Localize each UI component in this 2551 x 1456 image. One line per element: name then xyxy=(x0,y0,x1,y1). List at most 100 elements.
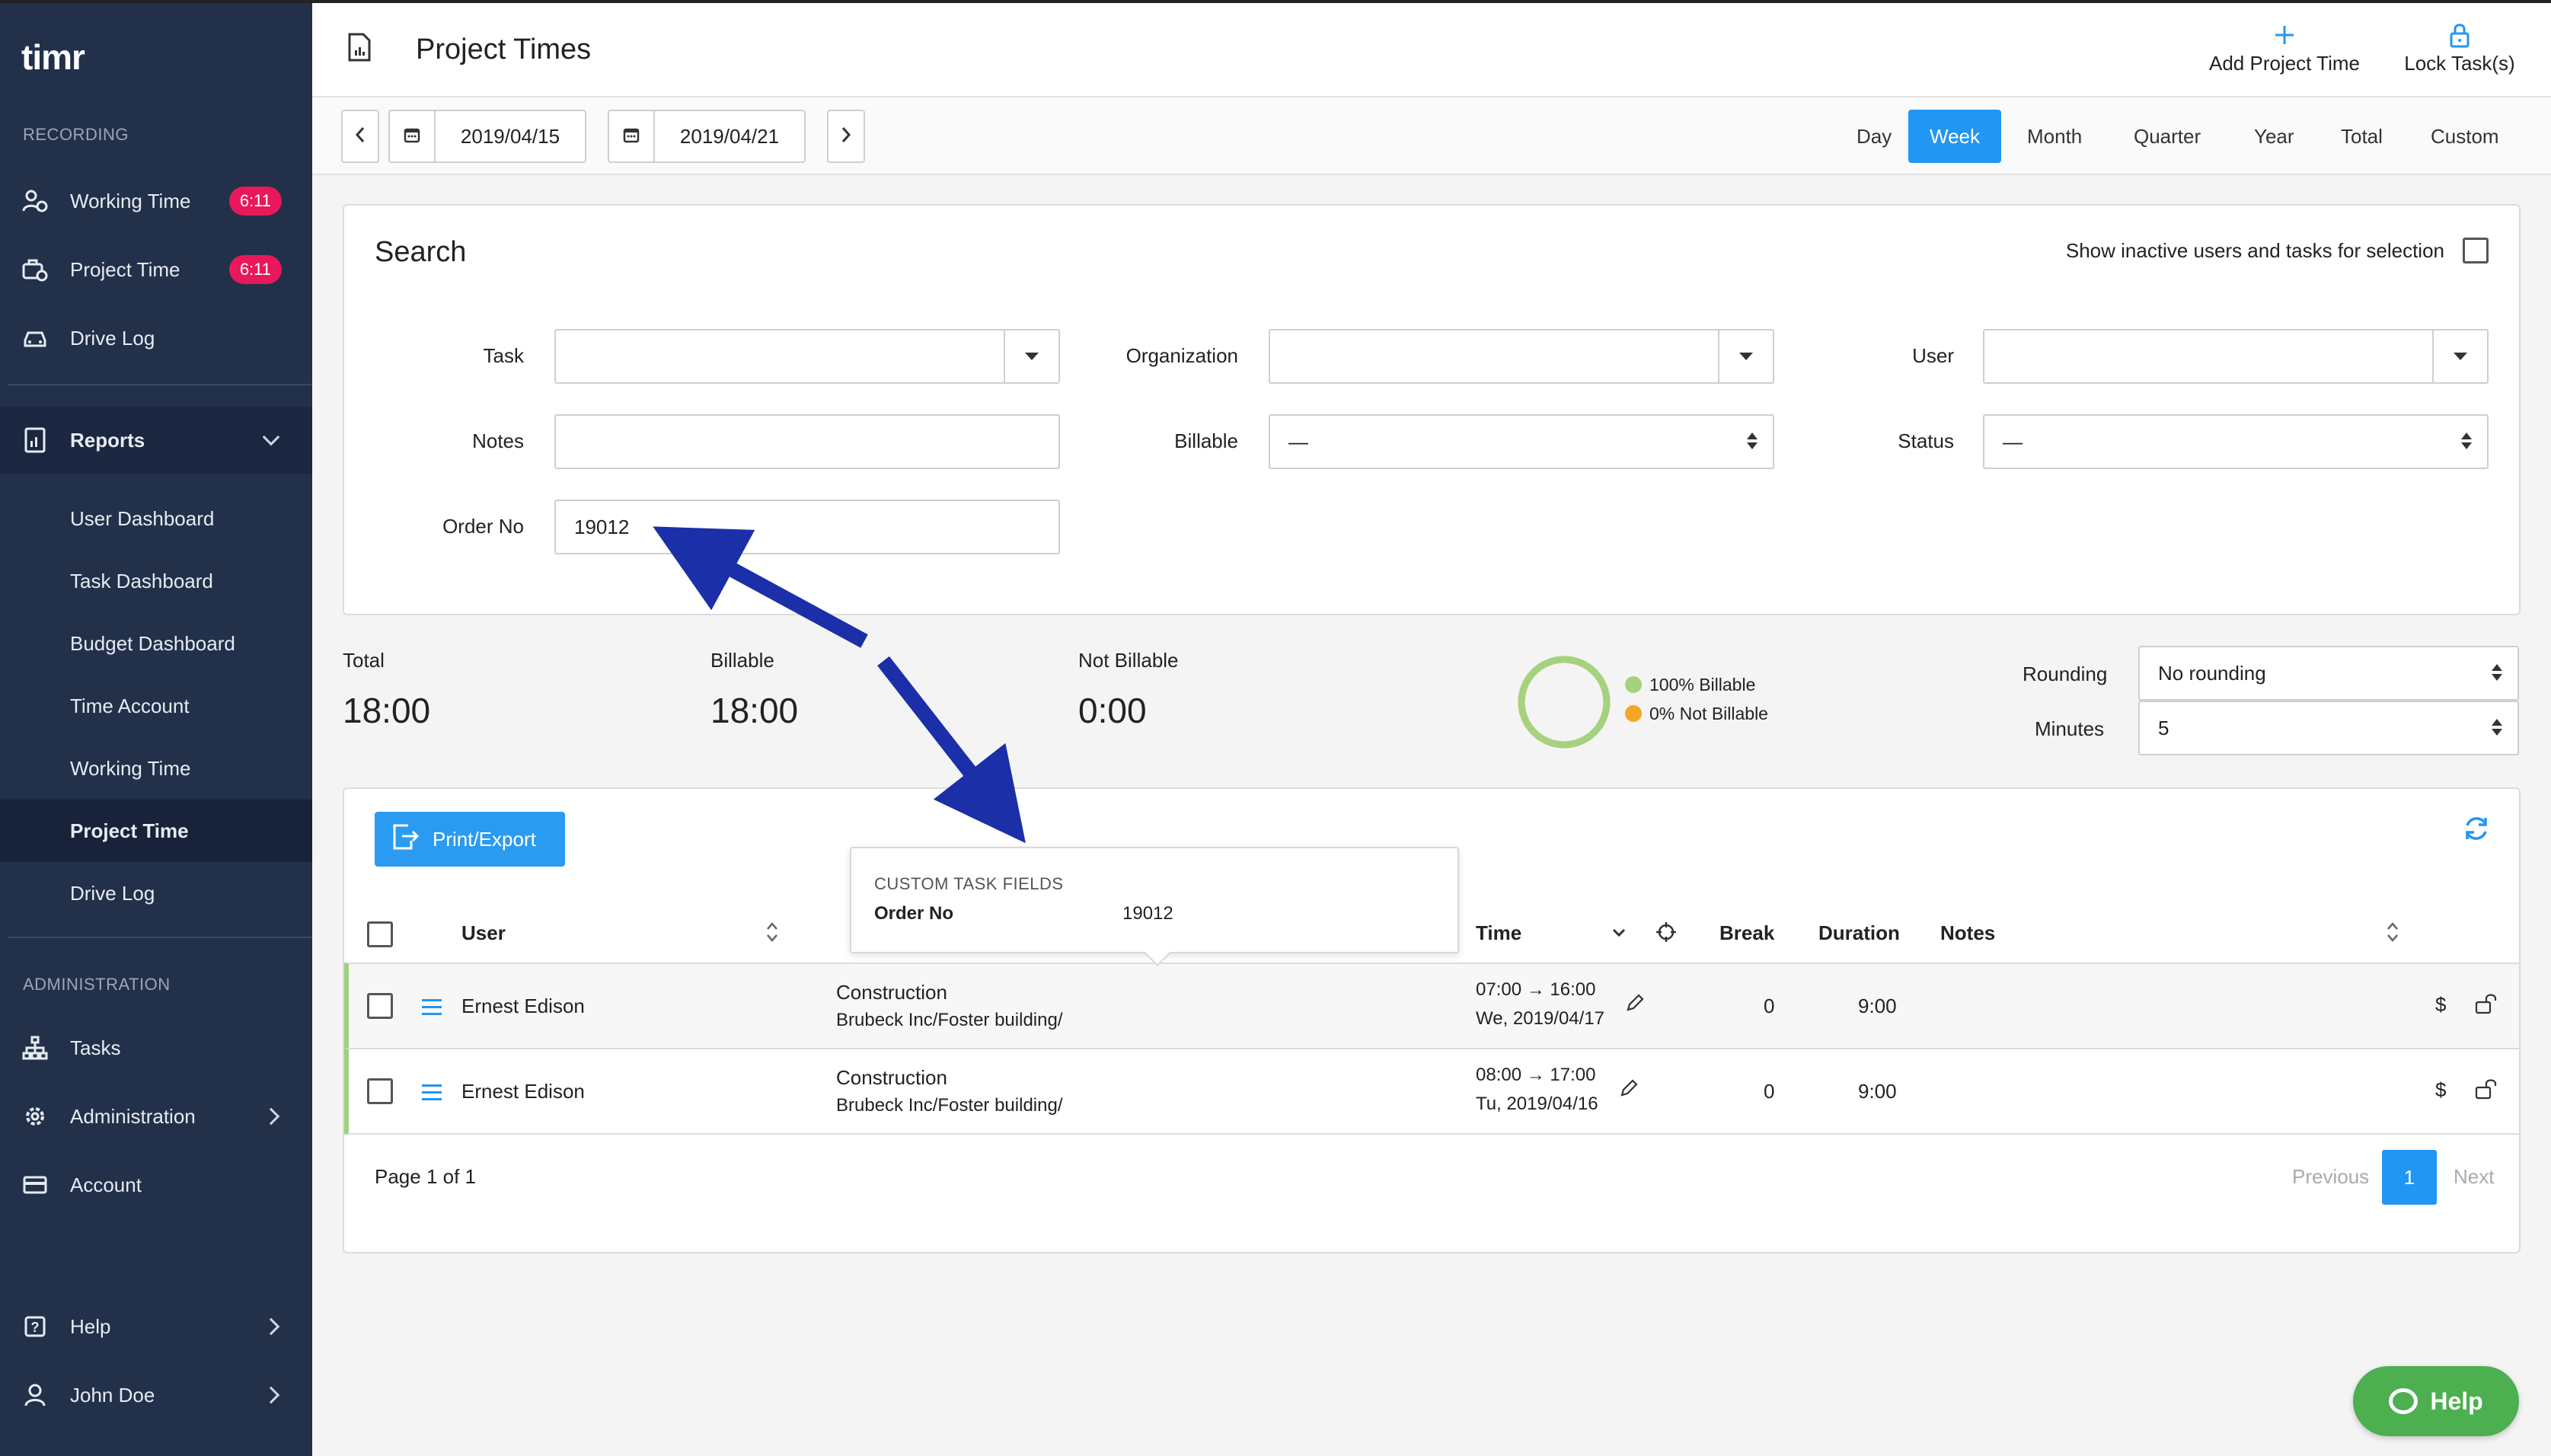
report-icon xyxy=(21,426,49,454)
row-date: We, 2019/04/17 xyxy=(1476,1008,1605,1029)
previous-page-button[interactable]: Previous xyxy=(2292,1165,2369,1189)
page-title: Project Times xyxy=(416,34,592,65)
column-header-notes[interactable]: Notes xyxy=(1940,921,1995,945)
end-date-calendar-button[interactable] xyxy=(608,110,653,163)
sidebar-item-drive-log[interactable]: Drive Log xyxy=(0,308,312,369)
column-header-break[interactable]: Break xyxy=(1719,921,1774,945)
notes-label: Notes xyxy=(472,429,524,452)
gear-icon xyxy=(21,1103,49,1130)
previous-period-button[interactable] xyxy=(341,110,379,163)
show-inactive-checkbox[interactable] xyxy=(2463,238,2489,263)
unlock-icon[interactable] xyxy=(2475,993,2498,1018)
sidebar-item-user-profile[interactable]: John Doe xyxy=(0,1365,312,1426)
timr-logo[interactable]: timr xyxy=(21,37,85,78)
organization-dropdown-toggle[interactable] xyxy=(1718,330,1773,382)
task-dropdown-toggle[interactable] xyxy=(1004,330,1058,382)
period-year[interactable]: Year xyxy=(2233,110,2316,163)
period-month[interactable]: Month xyxy=(2006,110,2103,163)
add-project-time-button[interactable]: Add Project Time xyxy=(2193,18,2376,75)
sidebar-subitem-time-account[interactable]: Time Account xyxy=(0,675,312,737)
sidebar-item-project-time[interactable]: Project Time 6:11 xyxy=(0,239,312,300)
print-export-button[interactable]: Print/Export xyxy=(375,812,565,867)
row-menu-icon[interactable] xyxy=(422,1084,442,1105)
period-quarter[interactable]: Quarter xyxy=(2112,110,2222,163)
user-dropdown-toggle[interactable] xyxy=(2432,330,2487,382)
administration-section-label: ADMINISTRATION xyxy=(23,975,171,994)
sidebar-item-working-time[interactable]: Working Time 6:11 xyxy=(0,171,312,231)
sidebar-divider xyxy=(8,937,312,938)
status-select[interactable]: — xyxy=(1983,414,2489,469)
select-all-checkbox[interactable] xyxy=(367,921,393,947)
end-date-input[interactable]: 2019/04/21 xyxy=(653,110,806,163)
order-no-input[interactable]: 19012 xyxy=(554,500,1060,554)
briefcase-clock-icon xyxy=(21,256,49,283)
sidebar-item-label: Working Time xyxy=(70,189,191,212)
chevron-down-icon[interactable] xyxy=(1611,928,1627,942)
page-1-button[interactable]: 1 xyxy=(2382,1150,2437,1205)
sort-icon[interactable] xyxy=(766,921,778,947)
start-date-input[interactable]: 2019/04/15 xyxy=(434,110,586,163)
next-page-button[interactable]: Next xyxy=(2454,1165,2494,1189)
row-checkbox[interactable] xyxy=(367,1078,393,1104)
sidebar-item-tasks[interactable]: Tasks xyxy=(0,1017,312,1078)
column-header-user[interactable]: User xyxy=(461,921,506,945)
show-inactive-label: Show inactive users and tasks for select… xyxy=(2065,239,2444,262)
table-row[interactable]: Ernest Edison Construction Brubeck Inc/F… xyxy=(344,963,2519,1048)
task-label: Task xyxy=(483,344,524,367)
sidebar-subitem-drive-log[interactable]: Drive Log xyxy=(0,862,312,924)
pencil-icon[interactable] xyxy=(1619,1078,1639,1102)
billable-dollar-icon[interactable]: $ xyxy=(2435,993,2446,1017)
sidebar-item-account[interactable]: Account xyxy=(0,1154,312,1215)
rounding-select[interactable]: No rounding xyxy=(2138,646,2519,701)
period-day[interactable]: Day xyxy=(1835,110,1913,163)
next-period-button[interactable] xyxy=(827,110,865,163)
notes-input[interactable] xyxy=(554,414,1060,469)
sidebar-subitem-budget-dashboard[interactable]: Budget Dashboard xyxy=(0,612,312,675)
start-date-calendar-button[interactable] xyxy=(388,110,434,163)
period-custom[interactable]: Custom xyxy=(2409,110,2521,163)
column-header-time[interactable]: Time xyxy=(1476,921,1521,945)
date-range-bar: 2019/04/15 2019/04/21 Day Week Month Qua… xyxy=(312,97,2551,175)
row-checkbox[interactable] xyxy=(367,993,393,1019)
row-user: Ernest Edison xyxy=(461,1080,585,1103)
sidebar-item-label: Administration xyxy=(70,1104,196,1128)
row-task-path: Brubeck Inc/Foster building/ xyxy=(836,1010,1063,1030)
help-chat-button[interactable]: Help xyxy=(2353,1366,2519,1436)
period-week[interactable]: Week xyxy=(1908,110,2001,163)
chevron-right-icon xyxy=(262,1386,280,1404)
crosshair-icon[interactable] xyxy=(1655,921,1677,947)
sort-icon[interactable] xyxy=(2387,921,2399,947)
row-menu-icon[interactable] xyxy=(422,999,442,1020)
sidebar-item-administration[interactable]: Administration xyxy=(0,1086,312,1147)
pencil-icon[interactable] xyxy=(1625,993,1645,1017)
recording-section-label: RECORDING xyxy=(23,125,129,144)
minutes-select[interactable]: 5 xyxy=(2138,701,2519,755)
period-total[interactable]: Total xyxy=(2320,110,2404,163)
row-time-range: 07:00 → 16:00 xyxy=(1476,979,1596,1000)
sidebar-subitem-task-dashboard[interactable]: Task Dashboard xyxy=(0,550,312,612)
timer-badge: 6:11 xyxy=(228,187,282,216)
minutes-select-value: 5 xyxy=(2158,716,2169,739)
billable-legend-text: 100% Billable xyxy=(1649,675,1756,694)
sidebar-item-help[interactable]: ? Help xyxy=(0,1296,312,1357)
sidebar-subitem-working-time[interactable]: Working Time xyxy=(0,737,312,800)
unlock-icon[interactable] xyxy=(2475,1078,2498,1103)
organization-select[interactable] xyxy=(1269,329,1774,384)
sidebar-subitem-project-time[interactable]: Project Time xyxy=(0,800,312,862)
tooltip-field-value: 19012 xyxy=(1122,903,1173,924)
sidebar-item-reports[interactable]: Reports xyxy=(0,407,312,474)
column-header-duration[interactable]: Duration xyxy=(1818,921,1900,945)
table-row[interactable]: Ernest Edison Construction Brubeck Inc/F… xyxy=(344,1048,2519,1135)
refresh-icon[interactable] xyxy=(2463,815,2490,846)
lock-tasks-button[interactable]: Lock Task(s) xyxy=(2376,18,2543,75)
sidebar-subitem-user-dashboard[interactable]: User Dashboard xyxy=(0,487,312,550)
report-document-icon xyxy=(347,32,372,66)
user-select[interactable] xyxy=(1983,329,2489,384)
total-label: Total xyxy=(343,649,385,672)
row-duration: 9:00 xyxy=(1858,995,1897,1017)
billable-dollar-icon[interactable]: $ xyxy=(2435,1078,2446,1102)
chat-bubble-icon xyxy=(2389,1388,2419,1414)
billable-select[interactable]: — xyxy=(1269,414,1774,469)
user-icon xyxy=(21,1381,49,1409)
task-select[interactable] xyxy=(554,329,1060,384)
